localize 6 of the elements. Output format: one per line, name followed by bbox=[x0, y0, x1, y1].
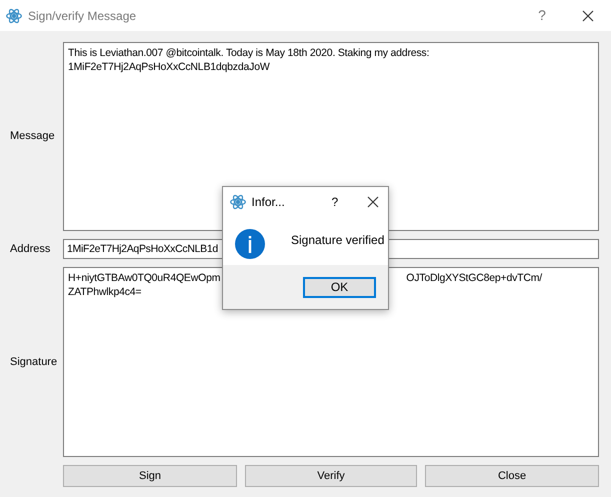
dialog-title: Infor... bbox=[252, 194, 286, 211]
dialog-message: Signature verified bbox=[291, 232, 384, 249]
window-title: Sign/verify Message bbox=[28, 8, 138, 24]
address-label: Address bbox=[9, 242, 52, 257]
message-label: Message bbox=[9, 129, 56, 144]
signature-label: Signature bbox=[9, 354, 58, 370]
